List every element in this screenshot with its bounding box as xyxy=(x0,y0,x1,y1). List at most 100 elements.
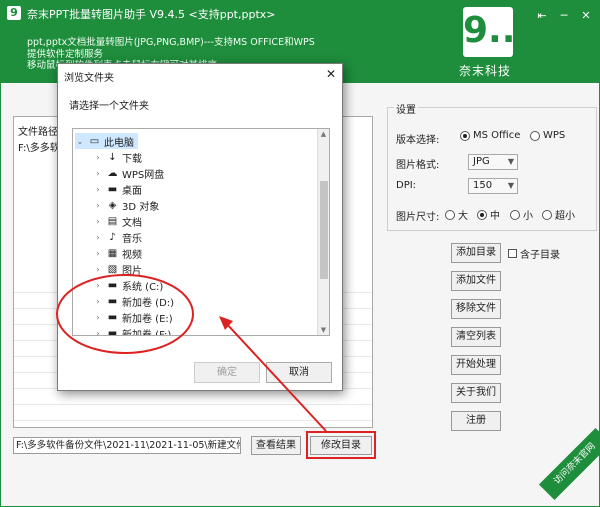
logo-text: 奈末科技 xyxy=(459,64,512,78)
size-tiny-radio[interactable]: 超小 xyxy=(542,207,575,222)
close-icon[interactable]: ✕ xyxy=(326,67,336,81)
table-row[interactable]: F:\多多软 xyxy=(18,139,60,154)
chevron-right-icon[interactable]: › xyxy=(93,297,103,306)
radio-label: WPS xyxy=(543,130,566,141)
tree-item-label: 视频 xyxy=(122,249,142,261)
dpi-label: DPI: xyxy=(396,180,417,191)
chevron-right-icon[interactable]: › xyxy=(93,153,103,162)
add-file-button[interactable]: 添加文件 xyxy=(451,271,501,291)
chevron-right-icon[interactable]: › xyxy=(93,233,103,242)
tree-item[interactable]: › ▤ 文档 xyxy=(93,213,142,229)
radio-label: 大 xyxy=(458,211,468,222)
cloud-icon: ☁ xyxy=(107,167,118,179)
tree-item[interactable]: › ♪ 音乐 xyxy=(93,229,142,245)
chevron-right-icon[interactable]: › xyxy=(93,185,103,194)
tree-item[interactable]: › ▦ 视频 xyxy=(93,245,142,261)
about-button[interactable]: 关于我们 xyxy=(451,383,501,403)
include-subdir-label: 含子目录 xyxy=(520,250,560,261)
chevron-right-icon[interactable]: › xyxy=(93,265,103,274)
tree-item[interactable]: › ▬ 新加卷 (D:) xyxy=(93,293,174,309)
chevron-right-icon[interactable]: › xyxy=(93,281,103,290)
tree-item-label: 系统 (C:) xyxy=(122,281,164,293)
highlight-box xyxy=(306,431,376,459)
format-value: JPG xyxy=(473,156,490,167)
dpi-select[interactable]: 150 ▼ xyxy=(468,178,518,194)
clear-list-button[interactable]: 清空列表 xyxy=(451,327,501,347)
tree-item-label: 此电脑 xyxy=(104,137,134,149)
logo-icon: 9... xyxy=(463,7,529,57)
radio-icon xyxy=(510,209,520,220)
include-subdir-checkbox[interactable]: 含子目录 xyxy=(508,246,560,261)
chevron-right-icon[interactable]: › xyxy=(93,169,103,178)
computer-icon: ▭ xyxy=(89,135,100,147)
size-large-radio[interactable]: 大 xyxy=(445,207,468,222)
radio-label: MS Office xyxy=(473,130,521,141)
ok-button[interactable]: 确定 xyxy=(194,362,260,383)
tree-item-this-pc[interactable]: ⌄ ▭ 此电脑 xyxy=(75,133,138,149)
folder-tree[interactable]: ⌄ ▭ 此电脑 › ↓ 下载 › ☁ WPS网盘 › ▬ 桌面 › ◈ 3D 对象 › ▤ 文档 › ♪ 音乐 › ▦ 视频 ›… xyxy=(72,128,330,336)
minimize-button[interactable]: ─ xyxy=(556,9,572,23)
tree-item-label: 新加卷 (E:) xyxy=(122,313,173,325)
tree-item[interactable]: › ▬ 新加卷 (E:) xyxy=(93,309,173,325)
cancel-button[interactable]: 取消 xyxy=(266,362,332,383)
remove-file-button[interactable]: 移除文件 xyxy=(451,299,501,319)
size-medium-radio[interactable]: 中 xyxy=(477,207,500,222)
register-button[interactable]: 注册 xyxy=(451,411,501,431)
file-list-header[interactable]: 文件路径 xyxy=(18,123,58,138)
chevron-down-icon: ▼ xyxy=(507,181,514,190)
chevron-down-icon[interactable]: ⌄ xyxy=(75,137,85,146)
tree-item[interactable]: › ▬ 新加卷 (F:) xyxy=(93,325,171,336)
tree-item[interactable]: › ☁ WPS网盘 xyxy=(93,165,164,181)
radio-selected-icon xyxy=(460,130,470,141)
scroll-down-icon[interactable]: ▼ xyxy=(318,326,329,334)
tree-item-label: WPS网盘 xyxy=(122,169,165,181)
tree-item[interactable]: › ▬ 系统 (C:) xyxy=(93,277,163,293)
close-button[interactable]: ✕ xyxy=(578,9,594,23)
radio-icon xyxy=(542,209,552,220)
tree-item[interactable]: › ▧ 图片 xyxy=(93,261,142,277)
start-button[interactable]: 开始处理 xyxy=(451,355,501,375)
scroll-thumb[interactable] xyxy=(320,181,328,279)
version-ms-office-radio[interactable]: MS Office xyxy=(460,130,520,141)
tree-item-label: 文档 xyxy=(122,217,142,229)
tree-item[interactable]: › ◈ 3D 对象 xyxy=(93,197,159,213)
drive-icon: ▬ xyxy=(107,295,118,307)
chevron-down-icon: ▼ xyxy=(507,157,514,166)
chevron-right-icon[interactable]: › xyxy=(93,313,103,322)
chevron-right-icon[interactable]: › xyxy=(93,249,103,258)
view-result-button[interactable]: 查看结果 xyxy=(251,436,301,455)
radio-selected-icon xyxy=(477,209,487,220)
chevron-right-icon[interactable]: › xyxy=(93,329,103,336)
3d-objects-icon: ◈ xyxy=(108,199,117,211)
tree-item-label: 音乐 xyxy=(122,233,142,245)
chevron-right-icon[interactable]: › xyxy=(93,217,103,226)
tree-item[interactable]: › ▬ 桌面 xyxy=(93,181,142,197)
scrollbar[interactable]: ▲ ▼ xyxy=(317,129,329,335)
drive-icon: ▬ xyxy=(107,327,118,336)
radio-label: 超小 xyxy=(555,211,575,222)
output-path-input[interactable]: F:\多多软件备份文件\2021-11\2021-11-05\新建文件夹 xyxy=(13,437,241,454)
chevron-right-icon[interactable]: › xyxy=(93,201,103,210)
app-title: 奈末PPT批量转图片助手 V9.4.5 <支持ppt,pptx> xyxy=(27,8,276,21)
document-icon: ▤ xyxy=(107,215,118,227)
desktop-icon: ▬ xyxy=(107,183,118,195)
drive-icon: ▬ xyxy=(107,311,118,323)
picture-icon: ▧ xyxy=(107,263,118,275)
tree-item[interactable]: › ↓ 下载 xyxy=(93,149,142,165)
format-select[interactable]: JPG ▼ xyxy=(468,154,518,170)
music-icon: ♪ xyxy=(109,231,116,243)
checkbox-icon xyxy=(508,249,517,258)
pin-icon[interactable]: ⇤ xyxy=(534,9,550,23)
tree-item-label: 3D 对象 xyxy=(122,201,160,213)
scroll-up-icon[interactable]: ▲ xyxy=(318,130,329,138)
download-icon: ↓ xyxy=(108,151,117,163)
tree-item-label: 新加卷 (D:) xyxy=(122,297,175,309)
dialog-prompt: 请选择一个文件夹 xyxy=(69,101,149,112)
add-dir-button[interactable]: 添加目录 xyxy=(451,243,501,263)
radio-icon xyxy=(445,209,455,220)
dialog-title: 浏览文件夹 xyxy=(64,73,114,84)
video-icon: ▦ xyxy=(107,247,118,259)
dpi-value: 150 xyxy=(473,180,493,191)
version-wps-radio[interactable]: WPS xyxy=(530,130,565,141)
size-small-radio[interactable]: 小 xyxy=(510,207,533,222)
